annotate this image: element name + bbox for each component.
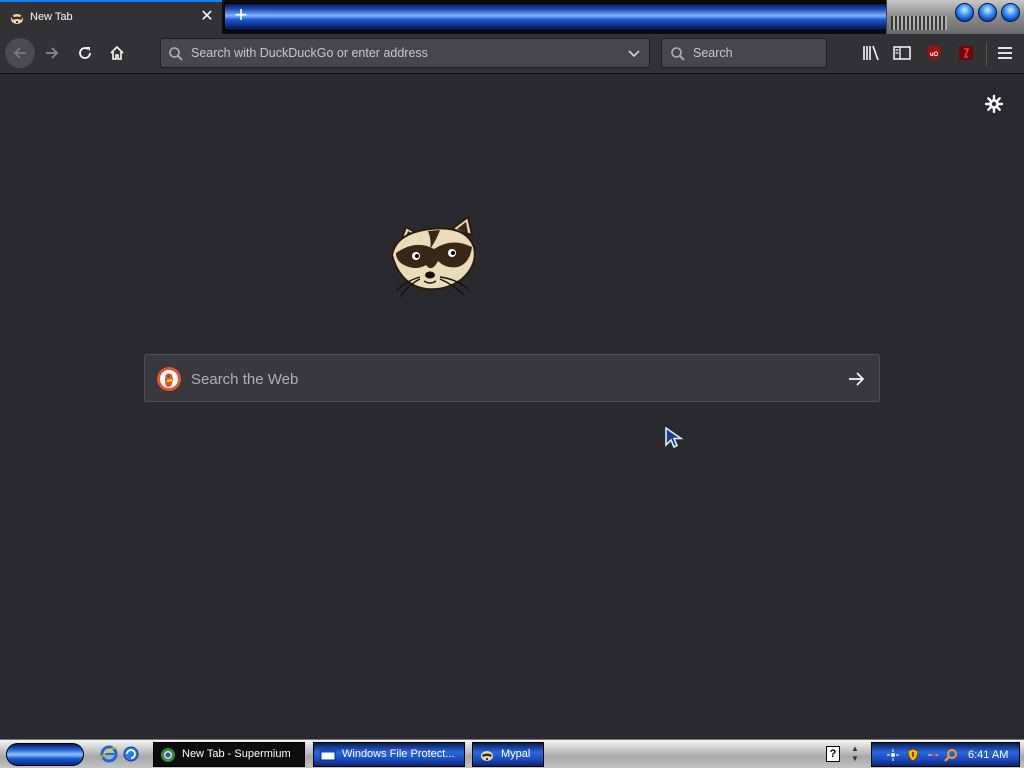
taskbar-button-mypal[interactable]: Mypal [472,742,544,767]
forward-button[interactable] [37,38,67,68]
window-icon [320,749,336,761]
address-input[interactable] [191,44,621,62]
arrow-right-icon[interactable] [845,368,867,390]
tab-strip-background [224,3,888,31]
taskbar-button-windows-file-protection[interactable]: Windows File Protect... [313,742,465,767]
web-search-input[interactable] [191,369,831,389]
home-button[interactable] [102,38,132,68]
toolbar-search-box[interactable] [661,38,827,68]
mypal-icon [481,751,493,761]
supermium-icon [161,748,175,762]
sidebar-icon[interactable] [891,42,913,64]
forward-arrow-icon [46,47,59,59]
volume-icon[interactable] [926,748,940,762]
web-search-box[interactable] [144,354,880,402]
mouse-pointer-icon [665,426,684,448]
tray-expand-chevron-icon[interactable]: ▲ ▼ [850,744,860,764]
tab-close-button[interactable]: ✕ [198,8,216,26]
close-window-button[interactable] [1001,3,1020,22]
library-icon[interactable] [860,42,882,64]
toolbar-separator [986,42,987,66]
home-icon [110,45,124,60]
toolbar-search-input[interactable] [693,44,818,62]
titlebar-grip[interactable] [891,16,947,30]
raccoon-logo [390,215,476,298]
security-shield-icon[interactable] [906,748,920,762]
window-controls [886,0,1024,34]
raccoon-favicon-icon [11,14,23,24]
ublock-origin-icon[interactable]: uO [923,42,945,64]
network-icon[interactable] [886,748,900,762]
gear-icon[interactable] [984,94,1004,114]
new-tab-button[interactable]: + [230,4,252,27]
reload-icon [79,47,91,59]
search-icon [169,47,183,61]
search-tray-icon[interactable] [944,748,958,762]
new-tab-page [0,75,1024,739]
tab-new-tab[interactable]: New Tab ✕ [0,0,222,34]
navigation-toolbar: uO [0,34,1024,74]
help-icon[interactable]: ? [826,746,840,762]
back-button[interactable] [5,38,35,68]
hamburger-menu-icon[interactable] [994,42,1016,64]
taskbar-button-label: New Tab - Supermium [182,748,291,760]
svg-text:uO: uO [930,52,939,58]
system-tray: 6:41 AM [871,742,1020,767]
internet-explorer-icon[interactable] [100,745,118,763]
back-arrow-icon [13,47,26,59]
extension-icon[interactable] [955,42,977,64]
chevron-down-icon[interactable] [627,47,641,61]
start-button[interactable] [6,743,84,766]
taskbar-button-supermium[interactable]: New Tab - Supermium [153,742,305,767]
minimize-button[interactable] [955,3,974,22]
tab-title: New Tab [30,11,73,23]
duckduckgo-icon [157,367,181,391]
taskbar-button-label: Mypal [501,748,531,760]
taskbar-button-label: Windows File Protect... [342,748,455,760]
taskbar: New Tab - Supermium Windows File Protect… [0,739,1024,768]
clock[interactable]: 6:41 AM [968,749,1008,761]
reload-button[interactable] [70,38,100,68]
maximize-button[interactable] [978,3,997,22]
tab-strip: New Tab ✕ + [0,0,1024,34]
address-bar[interactable] [160,38,650,68]
show-desktop-icon[interactable] [122,745,140,763]
search-icon [671,47,685,61]
